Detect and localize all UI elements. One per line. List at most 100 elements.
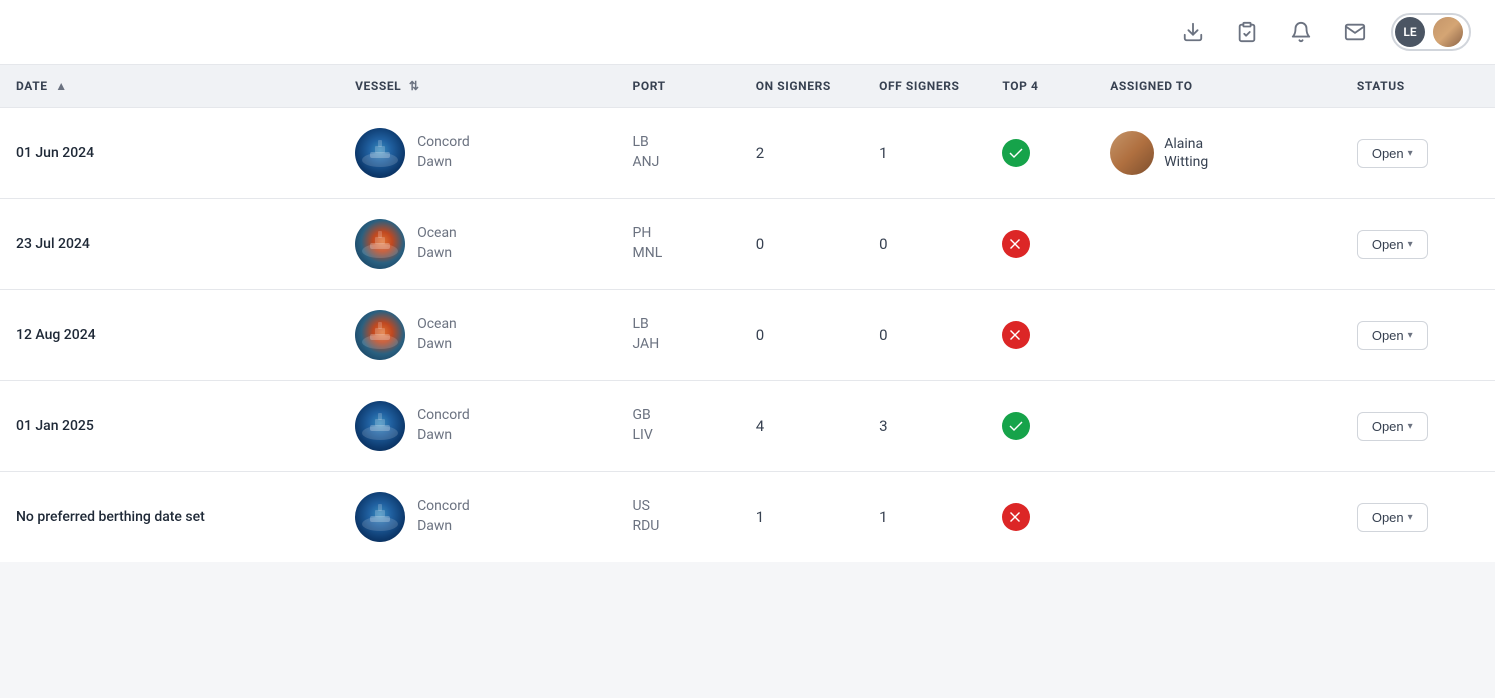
status-cell: Open ▾ [1341,108,1495,199]
col-assigned-to: ASSIGNED TO [1094,65,1341,108]
vessel-name: OceanDawn [417,224,457,263]
top4-icon [1002,503,1030,531]
date-cell: 12 Aug 2024 [0,290,339,381]
chevron-down-icon: ▾ [1408,330,1413,341]
top4-cell [986,290,1094,381]
port-cell: GBLIV [616,381,739,472]
data-table: DATE ▲ VESSEL ⇅ PORT ON SIGNERS OFF SIGN… [0,65,1495,562]
user-avatar-group[interactable]: LE [1391,13,1471,51]
status-cell: Open ▾ [1341,381,1495,472]
col-off-signers-label: OFF SIGNERS [879,79,959,93]
status-cell: Open ▾ [1341,472,1495,563]
status-badge[interactable]: Open ▾ [1357,230,1428,259]
vessel-name: OceanDawn [417,315,457,354]
main-content: DATE ▲ VESSEL ⇅ PORT ON SIGNERS OFF SIGN… [0,65,1495,562]
assigned-avatar [1110,131,1154,175]
vessel-image [355,219,405,269]
col-top4: TOP 4 [986,65,1094,108]
on-signers-cell: 4 [740,381,863,472]
chevron-down-icon: ▾ [1408,512,1413,523]
bell-icon[interactable] [1283,14,1319,50]
vessel-name: ConcordDawn [417,406,470,445]
status-cell: Open ▾ [1341,290,1495,381]
clipboard-icon[interactable] [1229,14,1265,50]
vessel-image [355,128,405,178]
vessel-cell: OceanDawn [339,290,616,381]
col-off-signers: OFF SIGNERS [863,65,986,108]
vessel-cell: ConcordDawn [339,381,616,472]
top4-cell [986,108,1094,199]
col-status-label: STATUS [1357,79,1405,93]
status-badge[interactable]: Open ▾ [1357,503,1428,532]
col-status: STATUS [1341,65,1495,108]
status-label: Open [1372,419,1404,434]
table-header-row: DATE ▲ VESSEL ⇅ PORT ON SIGNERS OFF SIGN… [0,65,1495,108]
date-cell: 23 Jul 2024 [0,199,339,290]
col-vessel[interactable]: VESSEL ⇅ [339,65,616,108]
vessel-cell: ConcordDawn [339,472,616,563]
off-signers-cell: 0 [863,290,986,381]
avatar-initials: LE [1395,17,1425,47]
off-signers-cell: 1 [863,108,986,199]
assigned-to-cell [1094,199,1341,290]
vessel-cell: ConcordDawn [339,108,616,199]
col-date-label: DATE [16,79,48,93]
table-row: 01 Jan 2025 ConcordDawn GBLIV 4 3 Open ▾ [0,381,1495,472]
assigned-to-cell [1094,290,1341,381]
port-cell: LBJAH [616,290,739,381]
table-row: 01 Jun 2024 ConcordDawn LBANJ 2 1 Alaina… [0,108,1495,199]
status-badge[interactable]: Open ▾ [1357,321,1428,350]
assigned-name: AlainaWitting [1164,135,1208,171]
assigned-to-cell [1094,472,1341,563]
status-label: Open [1372,237,1404,252]
off-signers-cell: 0 [863,199,986,290]
status-cell: Open ▾ [1341,199,1495,290]
avatar-photo [1433,17,1463,47]
vessel-name: ConcordDawn [417,497,470,536]
assigned-to-cell: AlainaWitting [1094,108,1341,199]
col-on-signers: ON SIGNERS [740,65,863,108]
top4-icon [1002,321,1030,349]
assigned-to-cell [1094,381,1341,472]
on-signers-cell: 1 [740,472,863,563]
chevron-down-icon: ▾ [1408,421,1413,432]
col-vessel-label: VESSEL [355,79,401,93]
on-signers-cell: 0 [740,199,863,290]
table-row: 23 Jul 2024 OceanDawn PHMNL 0 0 Open ▾ [0,199,1495,290]
top4-icon [1002,412,1030,440]
vessel-image [355,310,405,360]
date-cell: 01 Jun 2024 [0,108,339,199]
table-row: 12 Aug 2024 OceanDawn LBJAH 0 0 Open ▾ [0,290,1495,381]
assigned-cell: AlainaWitting [1110,131,1325,175]
mail-icon[interactable] [1337,14,1373,50]
status-label: Open [1372,328,1404,343]
status-badge[interactable]: Open ▾ [1357,412,1428,441]
port-cell: LBANJ [616,108,739,199]
chevron-down-icon: ▾ [1408,148,1413,159]
col-port: PORT [616,65,739,108]
on-signers-cell: 2 [740,108,863,199]
chevron-down-icon: ▾ [1408,239,1413,250]
sort-arrow-vessel: ⇅ [409,79,420,93]
col-date[interactable]: DATE ▲ [0,65,339,108]
top4-cell [986,381,1094,472]
col-top4-label: TOP 4 [1002,79,1038,93]
top4-cell [986,199,1094,290]
col-assigned-label: ASSIGNED TO [1110,79,1192,93]
date-cell: 01 Jan 2025 [0,381,339,472]
vessel-name: ConcordDawn [417,133,470,172]
port-cell: PHMNL [616,199,739,290]
status-badge[interactable]: Open ▾ [1357,139,1428,168]
top4-cell [986,472,1094,563]
status-label: Open [1372,510,1404,525]
sort-arrow-date: ▲ [55,79,67,93]
on-signers-cell: 0 [740,290,863,381]
col-on-signers-label: ON SIGNERS [756,79,831,93]
top4-icon [1002,230,1030,258]
table-row: No preferred berthing date set ConcordDa… [0,472,1495,563]
port-cell: USRDU [616,472,739,563]
vessel-image [355,492,405,542]
status-label: Open [1372,146,1404,161]
date-cell: No preferred berthing date set [0,472,339,563]
download-icon[interactable] [1175,14,1211,50]
